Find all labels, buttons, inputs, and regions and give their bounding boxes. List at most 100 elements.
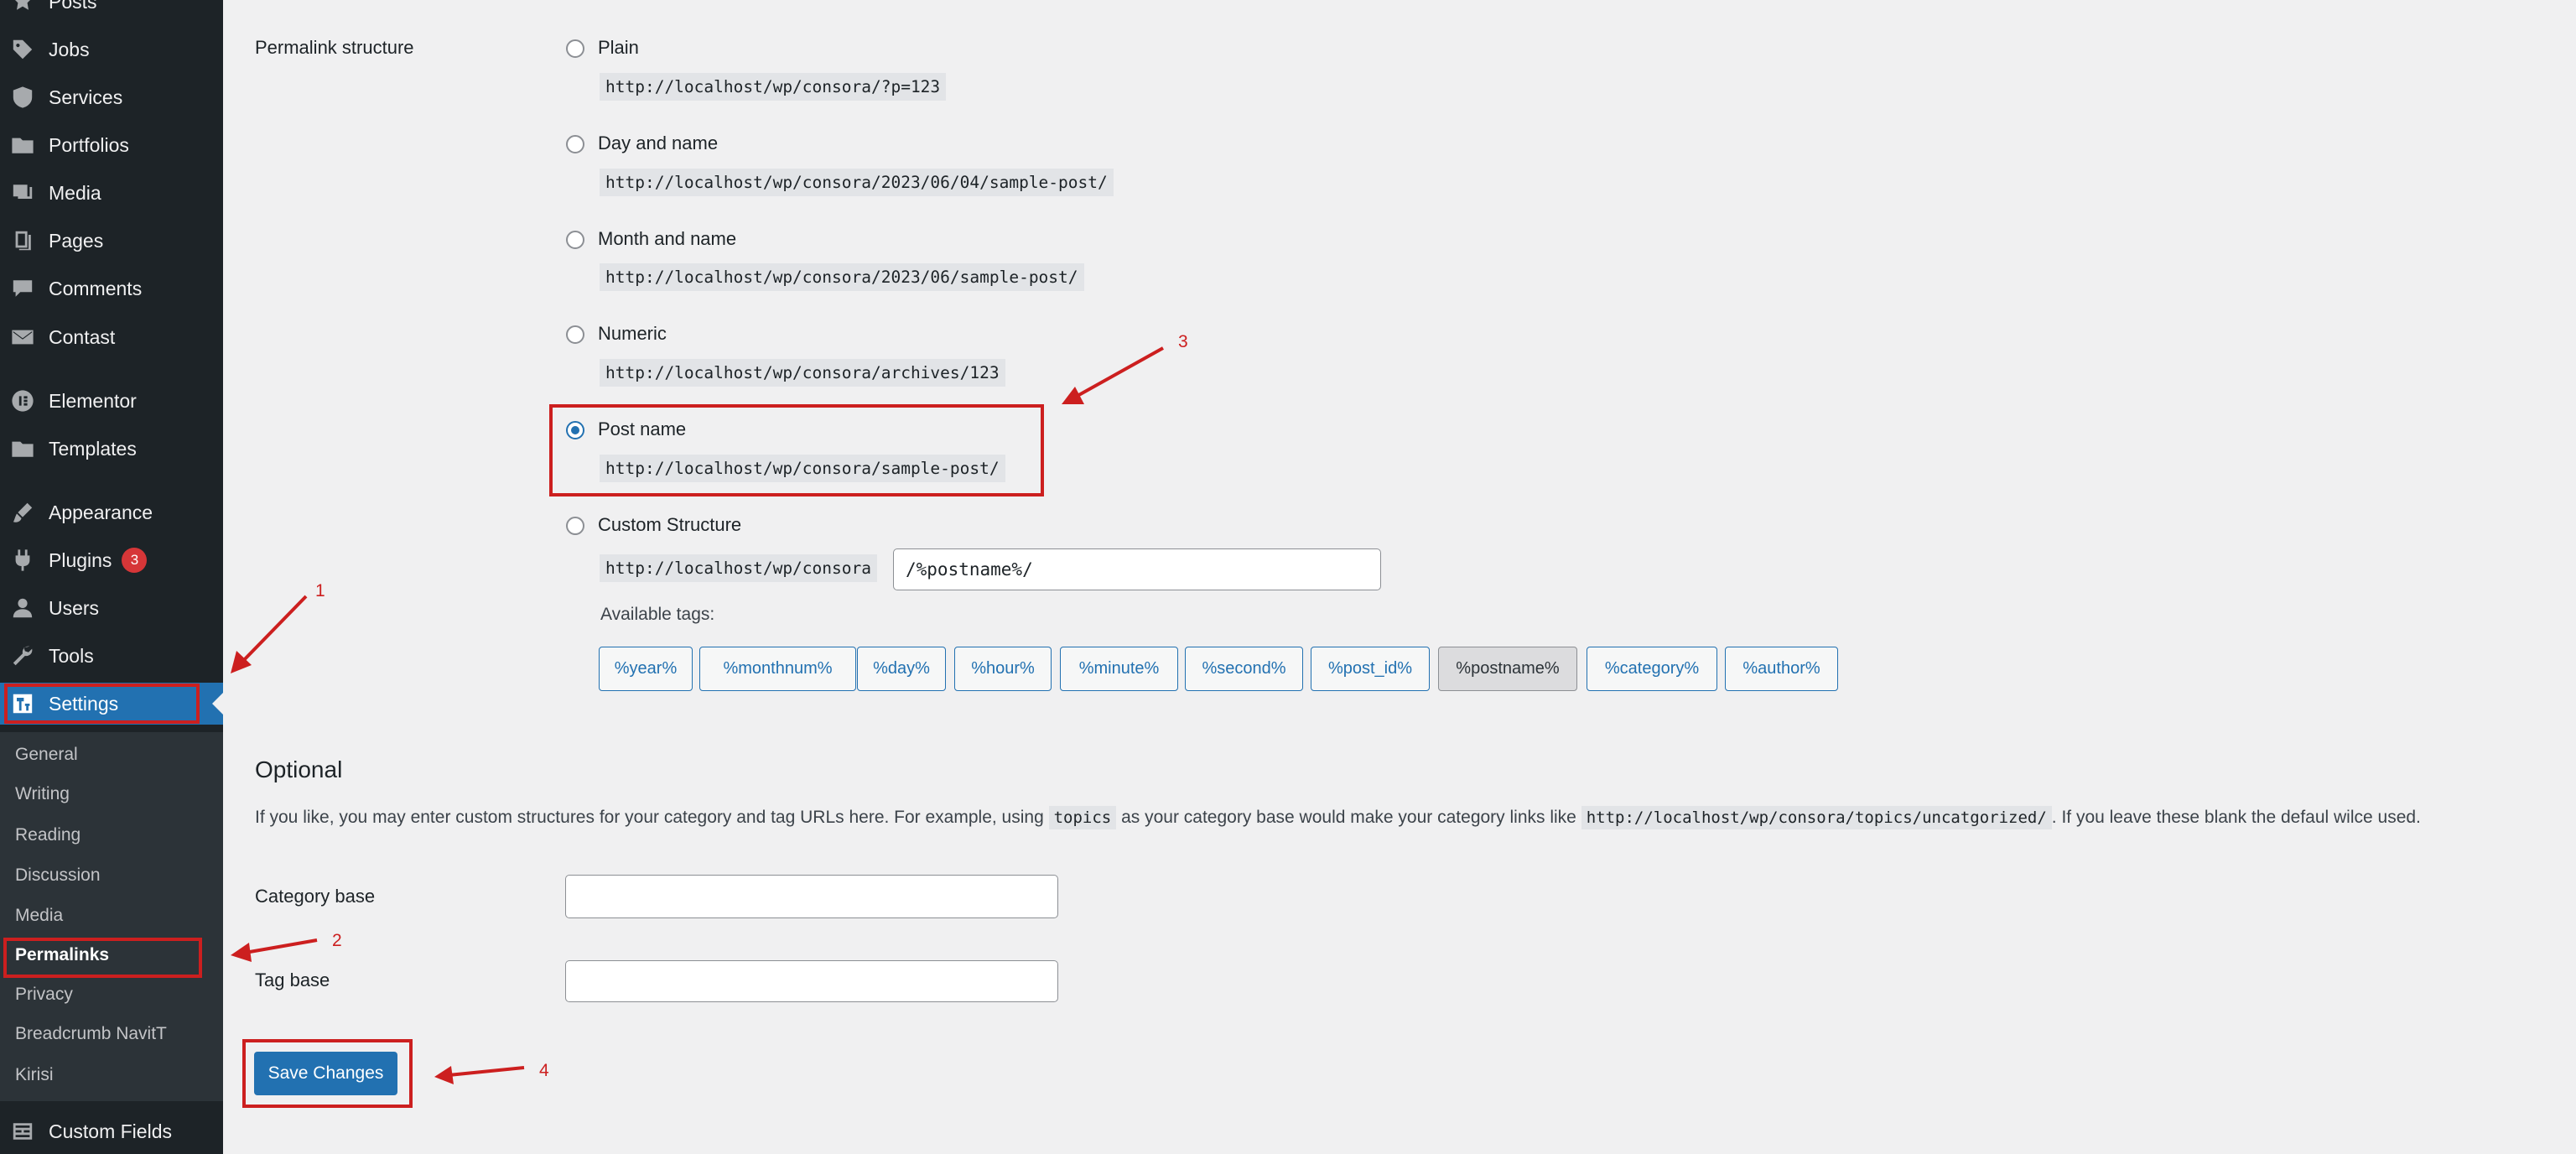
save-changes-button[interactable]: Save Changes [254,1052,397,1095]
radio-month-and-name[interactable] [566,231,584,249]
radio-post-name[interactable] [566,421,584,439]
brush-icon [9,499,36,526]
settings-submenu: General Writing Reading Discussion Media… [0,732,223,1101]
option-label-numeric: Numeric [598,323,667,344]
tag-button-second[interactable]: %second% [1185,647,1303,691]
submenu-item-kirisi[interactable]: Kirisi [15,1065,54,1085]
sidebar-item-label: Tools [49,644,94,667]
optional-desc-text-3: . If you leave these blank the defaul wi… [2051,808,2421,827]
sidebar-item-plugins[interactable]: Plugins 3 [0,539,223,581]
sidebar-item-label: Settings [49,692,119,715]
tag-button-year[interactable]: %year% [599,647,693,691]
option-label-month-and-name: Month and name [598,228,737,249]
submenu-item-privacy[interactable]: Privacy [15,985,73,1005]
mail-icon [9,324,36,351]
custom-structure-input[interactable] [893,548,1381,590]
category-base-label: Category base [255,886,376,907]
tag-button-day[interactable]: %day% [857,647,946,691]
submenu-item-writing[interactable]: Writing [15,784,70,804]
option-label-custom-structure: Custom Structure [598,514,742,535]
sidebar-item-appearance[interactable]: Appearance [0,491,223,533]
sidebar-item-pages[interactable]: Pages [0,220,223,262]
optional-description: If you like, you may enter custom struct… [255,806,2421,829]
settings-icon [9,690,36,717]
comment-icon [9,275,36,302]
update-count-badge: 3 [122,548,148,573]
custom-structure-prefix: http://localhost/wp/consora [600,554,877,582]
sidebar-item-label: Contast [49,325,116,348]
option-label-day-and-name: Day and name [598,133,719,153]
sidebar-item-posts[interactable]: Posts [0,0,223,23]
annotation-number-4: 4 [539,1061,549,1080]
annotation-arrowhead-1 [231,651,252,673]
sidebar-item-templates[interactable]: Templates [0,428,223,470]
sidebar-item-tools[interactable]: Tools [0,635,223,677]
annotation-number-2: 2 [332,931,342,950]
sidebar-item-portfolios[interactable]: Portfolios [0,124,223,166]
tag-button-minute[interactable]: %minute% [1060,647,1178,691]
admin-sidebar: Posts Jobs Services Portfolios Media Pag… [0,0,223,1154]
radio-custom-structure[interactable] [566,517,584,535]
sidebar-item-label: Jobs [49,38,90,60]
sidebar-item-custom-fields[interactable]: Custom Fields [0,1110,223,1152]
annotation-number-3: 3 [1178,332,1188,351]
tag-button-monthnum[interactable]: %monthnum% [699,647,856,691]
annotation-arrowhead-4 [434,1066,454,1084]
annotation-number-1: 1 [315,581,325,600]
user-icon [9,595,36,621]
active-menu-arrow [212,693,223,715]
submenu-item-discussion[interactable]: Discussion [15,866,101,886]
tag-button-post-id[interactable]: %post_id% [1311,647,1430,691]
tag-button-category[interactable]: %category% [1587,647,1717,691]
annotation-arrow-3 [1075,346,1164,398]
wrench-icon [9,642,36,669]
annotation-arrow-2 [244,938,318,954]
sidebar-item-services[interactable]: Services [0,76,223,118]
submenu-item-general[interactable]: General [15,745,78,765]
submenu-item-permalinks[interactable]: Permalinks [15,945,109,965]
sidebar-item-users[interactable]: Users [0,587,223,629]
elementor-icon [9,387,36,414]
permalink-structure-heading: Permalink structure [255,37,414,58]
sidebar-item-elementor[interactable]: Elementor [0,380,223,422]
sidebar-item-label: Services [49,86,123,108]
pin-icon [9,0,36,15]
url-example-day-and-name: http://localhost/wp/consora/2023/06/04/s… [600,169,1114,196]
tag-base-label: Tag base [255,969,330,990]
sidebar-item-label: Plugins [49,548,112,571]
radio-day-and-name[interactable] [566,135,584,153]
available-tags-label: Available tags: [600,605,715,624]
tag-button-author[interactable]: %author% [1725,647,1838,691]
sidebar-item-contast[interactable]: Contast [0,316,223,358]
fields-icon [9,1118,36,1145]
url-example-numeric: http://localhost/wp/consora/archives/123 [600,359,1005,387]
sidebar-item-label: Posts [49,0,97,13]
option-label-plain: Plain [598,37,639,58]
submenu-item-reading[interactable]: Reading [15,825,80,845]
optional-desc-code-url: http://localhost/wp/consora/topics/uncat… [1581,806,2052,829]
sidebar-item-settings[interactable]: Settings [0,683,223,725]
media-icon [9,179,36,206]
radio-plain[interactable] [566,39,584,58]
folder-icon [9,132,36,159]
submenu-item-media[interactable]: Media [15,906,63,926]
optional-desc-text-2: as your category base would make your ca… [1121,808,1576,827]
tag-button-postname[interactable]: %postname% [1438,647,1577,691]
sidebar-item-label: Templates [49,437,137,460]
tag-base-input[interactable] [565,960,1058,1002]
optional-desc-text-1: If you like, you may enter custom struct… [255,808,1044,827]
url-example-month-and-name: http://localhost/wp/consora/2023/06/samp… [600,263,1084,291]
sidebar-item-media[interactable]: Media [0,172,223,214]
sidebar-item-jobs[interactable]: Jobs [0,29,223,70]
sidebar-item-comments[interactable]: Comments [0,268,223,309]
option-label-post-name: Post name [598,418,687,439]
category-base-input[interactable] [565,875,1058,918]
plugin-icon [9,547,36,574]
submenu-item-breadcrumb[interactable]: Breadcrumb NavitT [15,1024,167,1044]
annotation-arrowhead-2 [231,943,252,962]
sidebar-item-label: Portfolios [49,133,129,156]
sidebar-item-label: Pages [49,229,104,252]
tag-button-hour[interactable]: %hour% [954,647,1052,691]
radio-numeric[interactable] [566,325,584,344]
sidebar-item-label: Custom Fields [49,1120,172,1142]
